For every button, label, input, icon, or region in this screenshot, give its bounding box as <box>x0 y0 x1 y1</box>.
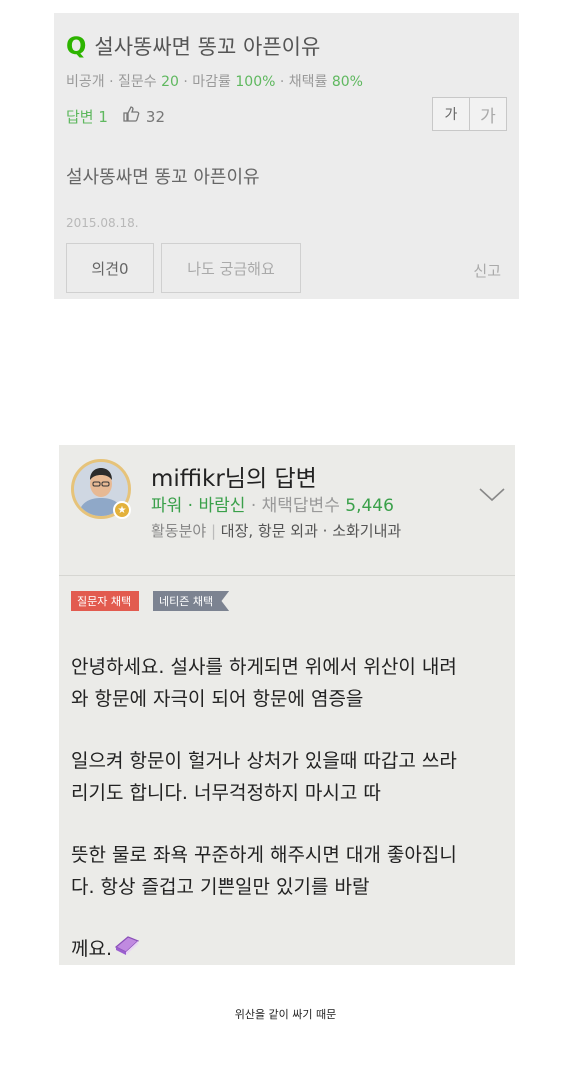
adopt-count-label: · 채택답변수 <box>245 496 346 516</box>
answer-line: 안녕하세요. 설사를 하게되면 위에서 위산이 내려 <box>71 656 457 678</box>
answerer-name[interactable]: miffikr님의 답변 <box>151 459 317 493</box>
thumbs-up-icon[interactable] <box>122 105 140 128</box>
asker-choice-tag: 질문자 채택 <box>71 591 140 611</box>
field-list: 대장, 항문 외과 · 소화기내과 <box>220 522 402 540</box>
answer-count-row: 답변 1 32 <box>66 105 165 128</box>
answer-line: 일으켜 항문이 헐거나 상처가 있을때 따갑고 쓰라 <box>71 750 457 772</box>
answer-count-label[interactable]: 답변 1 <box>66 106 108 127</box>
answer-paragraph: 께요. <box>71 933 511 965</box>
answerer-field: 활동분야 | 대장, 항문 외과 · 소화기내과 <box>151 520 401 541</box>
answer-paragraph: 일으켜 항문이 헐거나 상처가 있을때 따갑고 쓰라 리기도 합니다. 너무걱정… <box>71 745 511 809</box>
question-body: 설사똥싸면 똥꼬 아픈이유 <box>66 167 260 188</box>
adopt-count: 5,446 <box>345 496 394 516</box>
caption: 위산을 같이 싸기 때문 <box>234 1008 337 1021</box>
adopt-rate: 80% <box>331 74 363 90</box>
question-meta: 비공개 · 질문수 20 · 마감률 100% · 채택률 80% <box>66 71 363 91</box>
me-too-curious-button[interactable]: 나도 궁금해요 <box>161 243 301 293</box>
question-q-icon: Q <box>66 32 87 60</box>
question-title: 설사똥싸면 똥꼬 아픈이유 <box>94 35 321 59</box>
answerer-rank: 파워 · 바람신 · 채택답변수 5,446 <box>151 491 394 516</box>
font-size-controls: 가 가 <box>432 97 507 131</box>
like-count: 32 <box>145 107 166 126</box>
answer-paragraph: 안녕하세요. 설사를 하게되면 위에서 위산이 내려 와 항문에 자극이 되어 … <box>71 651 511 715</box>
answer-line: 께요. <box>71 938 112 960</box>
question-card: Q 설사똥싸면 똥꼬 아픈이유 비공개 · 질문수 20 · 마감률 100% … <box>54 13 519 299</box>
answer-line: 리기도 합니다. 너무걱정하지 마시고 따 <box>71 782 381 804</box>
opinion-button[interactable]: 의견0 <box>66 243 154 293</box>
font-small-button[interactable]: 가 <box>432 97 470 131</box>
meta-deadline-label: · 마감률 <box>178 74 236 90</box>
question-title-row: Q 설사똥싸면 똥꼬 아픈이유 <box>66 31 320 61</box>
question-count: 20 <box>161 74 179 90</box>
field-separator: | <box>210 522 221 540</box>
meta-adopt-label: · 채택률 <box>275 74 332 90</box>
answer-line: 뜻한 물로 좌욕 꾸준하게 해주시면 대개 좋아집니 <box>71 844 457 866</box>
answer-text: 안녕하세요. 설사를 하게되면 위에서 위산이 내려 와 항문에 자극이 되어 … <box>71 651 511 995</box>
answer-card: ★ miffikr님의 답변 파워 · 바람신 · 채택답변수 5,446 활동… <box>59 445 515 965</box>
power-badge-icon: ★ <box>113 501 131 519</box>
answer-line: 다. 항상 즐겁고 기쁜일만 있기를 바랄 <box>71 876 370 898</box>
netizen-choice-tag: 네티즌 채택 <box>153 591 230 611</box>
meta-prefix: 비공개 · 질문수 <box>66 74 162 90</box>
report-link[interactable]: 신고 <box>473 260 501 281</box>
question-date: 2015.08.18. <box>66 216 139 230</box>
font-large-button[interactable]: 가 <box>470 97 507 131</box>
answer-line: 와 항문에 자극이 되어 항문에 염증을 <box>71 688 364 710</box>
answer-paragraph: 뜻한 물로 좌욕 꾸준하게 해주시면 대개 좋아집니 다. 항상 즐겁고 기쁜일… <box>71 839 511 903</box>
divider <box>59 575 515 576</box>
book-icon <box>114 936 140 960</box>
deadline-rate: 100% <box>235 74 276 90</box>
chevron-down-icon[interactable] <box>479 483 505 508</box>
field-label: 활동분야 <box>151 522 211 540</box>
rank-label: 파워 · 바람신 <box>151 496 246 516</box>
